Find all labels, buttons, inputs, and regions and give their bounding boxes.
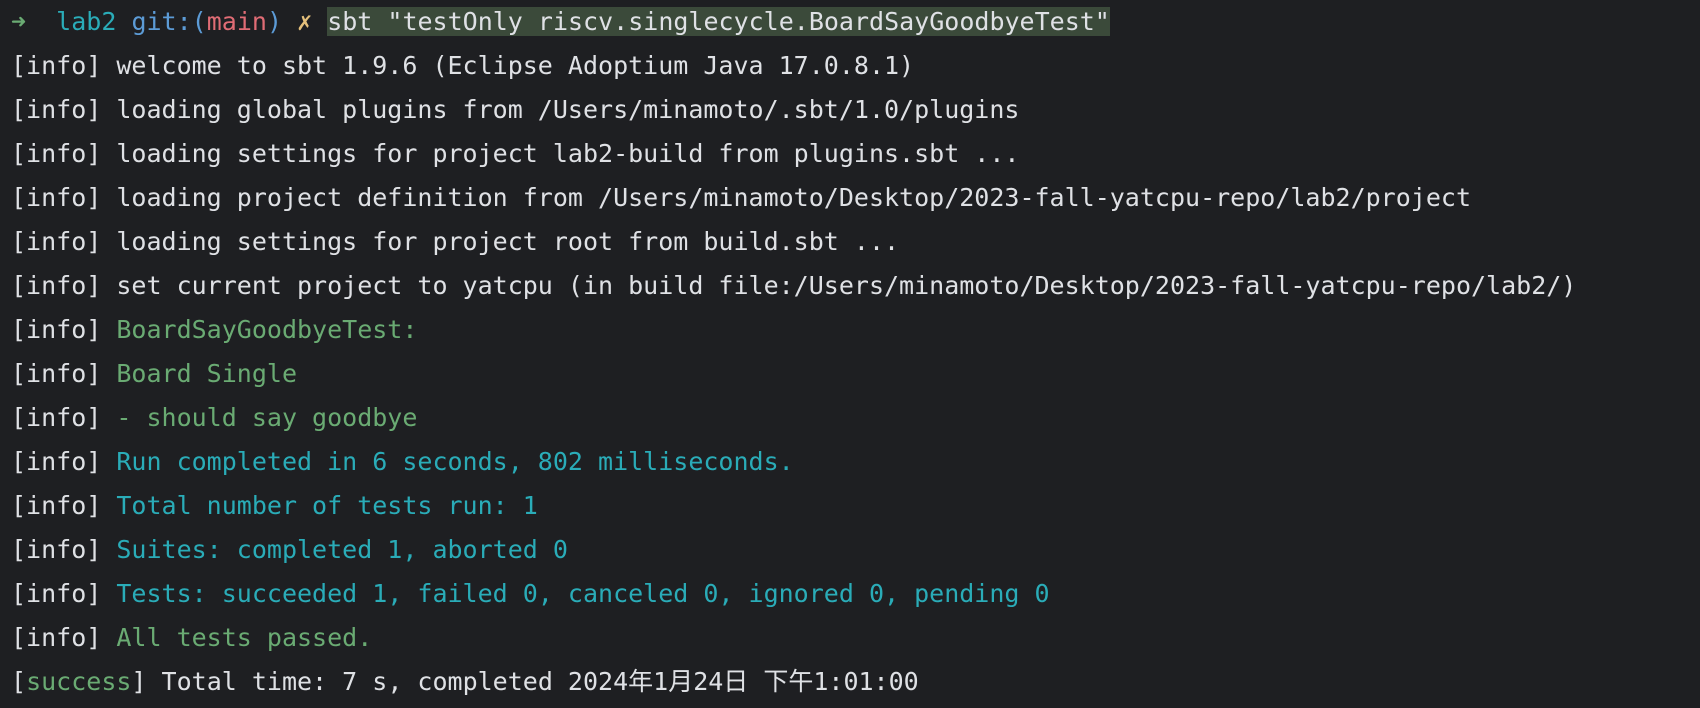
prompt-git-label: git:( (131, 7, 207, 36)
log-message: loading settings for project root from b… (116, 227, 900, 256)
log-message: Tests: succeeded 1, failed 0, canceled 0… (116, 579, 1050, 608)
log-message: loading settings for project lab2-build … (116, 139, 1020, 168)
output-line: [info] set current project to yatcpu (in… (11, 264, 1700, 308)
output-line: [info] Tests: succeeded 1, failed 0, can… (11, 572, 1700, 616)
log-level-tag: [info] (11, 447, 102, 476)
output-line: [info] loading settings for project root… (11, 220, 1700, 264)
prompt-line: ➜ lab2 git:(main) ✗ sbt "testOnly riscv.… (11, 0, 1700, 44)
success-line: [success] Total time: 7 s, completed 202… (11, 660, 1700, 704)
terminal-window[interactable]: ➜ lab2 git:(main) ✗ sbt "testOnly riscv.… (0, 0, 1700, 708)
log-message: Suites: completed 1, aborted 0 (116, 535, 568, 564)
log-level-tag: [info] (11, 139, 102, 168)
output-lines: [info] welcome to sbt 1.9.6 (Eclipse Ado… (11, 44, 1700, 660)
log-level-tag: [info] (11, 623, 102, 652)
log-level-tag: [info] (11, 491, 102, 520)
prompt-git-close: ) (266, 7, 282, 36)
output-line: [info] loading settings for project lab2… (11, 132, 1700, 176)
log-message: Run completed in 6 seconds, 802 millisec… (116, 447, 794, 476)
output-line: [info] loading project definition from /… (11, 176, 1700, 220)
output-line: [info] Board Single (11, 352, 1700, 396)
log-level-tag: [info] (11, 315, 102, 344)
output-line: [info] All tests passed. (11, 616, 1700, 660)
prompt-arrow-icon: ➜ (11, 7, 27, 36)
log-message: - should say goodbye (116, 403, 418, 432)
prompt-branch: main (206, 7, 267, 36)
log-message: loading project definition from /Users/m… (116, 183, 1471, 212)
output-line: [info] BoardSayGoodbyeTest: (11, 308, 1700, 352)
log-message: All tests passed. (116, 623, 373, 652)
log-message: Total number of tests run: 1 (116, 491, 538, 520)
log-level-tag: [info] (11, 359, 102, 388)
log-message: set current project to yatcpu (in build … (116, 271, 1577, 300)
output-line: [info] Run completed in 6 seconds, 802 m… (11, 440, 1700, 484)
log-level-tag: [info] (11, 183, 102, 212)
log-level-tag: [info] (11, 403, 102, 432)
prompt-dirty-icon: ✗ (297, 7, 313, 36)
command-text[interactable]: sbt "testOnly riscv.singlecycle.BoardSay… (327, 7, 1110, 36)
output-line: [info] Suites: completed 1, aborted 0 (11, 528, 1700, 572)
success-tag: success (26, 667, 132, 696)
output-line: [info] - should say goodbye (11, 396, 1700, 440)
log-message: Board Single (116, 359, 297, 388)
log-message: loading global plugins from /Users/minam… (116, 95, 1020, 124)
log-level-tag: [info] (11, 579, 102, 608)
success-bracket-close: ] (131, 667, 147, 696)
output-line: [info] loading global plugins from /User… (11, 88, 1700, 132)
output-line: [info] welcome to sbt 1.9.6 (Eclipse Ado… (11, 44, 1700, 88)
success-bracket-open: [ (11, 667, 27, 696)
log-level-tag: [info] (11, 271, 102, 300)
output-line: [info] Total number of tests run: 1 (11, 484, 1700, 528)
prompt-directory: lab2 (56, 7, 117, 36)
log-message: welcome to sbt 1.9.6 (Eclipse Adoptium J… (116, 51, 915, 80)
log-level-tag: [info] (11, 95, 102, 124)
log-level-tag: [info] (11, 535, 102, 564)
log-level-tag: [info] (11, 51, 102, 80)
log-message: BoardSayGoodbyeTest: (116, 315, 418, 344)
success-text: Total time: 7 s, completed 2024年1月24日 下午… (161, 667, 919, 696)
log-level-tag: [info] (11, 227, 102, 256)
